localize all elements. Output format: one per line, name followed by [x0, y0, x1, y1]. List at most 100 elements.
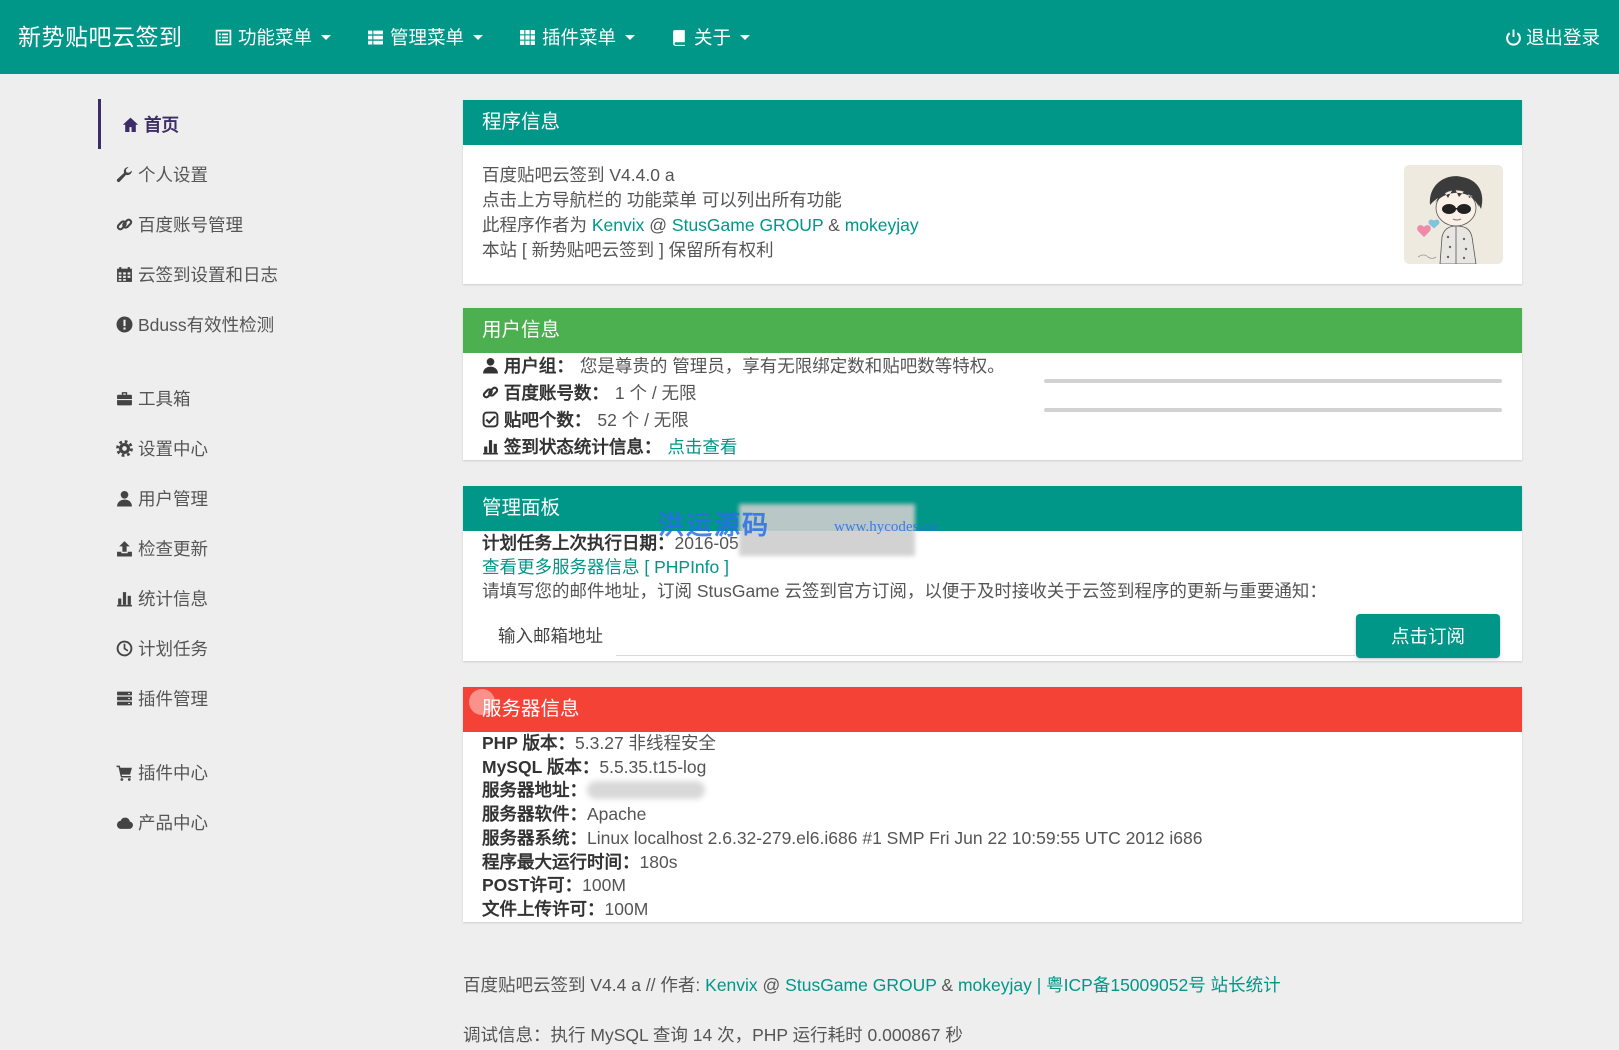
- server-row-value: 180s: [639, 851, 678, 872]
- footer-link-mokeyjay[interactable]: mokeyjay: [958, 975, 1032, 995]
- redacted-server-address: [587, 781, 705, 800]
- panel-title: 管理面板: [463, 486, 1522, 531]
- sidebar-item-sign-settings-log[interactable]: 云签到设置和日志: [98, 249, 418, 299]
- check-square-icon: [482, 411, 499, 428]
- version-text: 百度贴吧云签到 V4.4.0 a: [482, 165, 675, 185]
- book-icon: [673, 29, 685, 46]
- calendar-icon: [117, 266, 132, 282]
- sidebar-item-statistics[interactable]: 统计信息: [98, 573, 418, 623]
- program-info-panel: 程序信息 百度贴吧云签到 V4.4.0 a 点击上方导航栏的 功能菜单 可以列出…: [463, 100, 1522, 284]
- email-input-label: 输入邮箱地址: [498, 626, 603, 646]
- server-row: MySQL 版本：5.5.35.t15-log: [482, 756, 1503, 780]
- top-navbar: 新势贴吧云签到 功能菜单 管理菜单 插件菜单 关于 退出登录: [0, 0, 1619, 74]
- site-brand[interactable]: 新势贴吧云签到: [18, 0, 183, 74]
- sidebar-item-home[interactable]: 首页: [98, 99, 418, 149]
- sidebar-item-product-center[interactable]: 产品中心: [98, 797, 418, 847]
- footer-stats-link[interactable]: 站长统计: [1211, 975, 1281, 995]
- cron-last-run-label: 计划任务上次执行日期：: [482, 533, 675, 553]
- home-icon: [122, 117, 139, 132]
- sidebar-item-label: 统计信息: [138, 588, 208, 609]
- sidebar-item-bduss-check[interactable]: Bduss有效性检测: [98, 299, 418, 349]
- server-row: 文件上传许可：100M: [482, 898, 1503, 922]
- user-icon: [483, 357, 498, 374]
- panel-title: 程序信息: [463, 100, 1522, 145]
- sidebar-item-label: 用户管理: [138, 488, 208, 509]
- sidebar-item-check-update[interactable]: 检查更新: [98, 523, 418, 573]
- tiebas-progress-bar: [1044, 408, 1502, 412]
- author-separator: @: [644, 215, 672, 235]
- sidebar-item-settings-center[interactable]: 设置中心: [98, 423, 418, 473]
- author-link-stusgame[interactable]: StusGame GROUP: [672, 215, 823, 235]
- nav-menu-plugins[interactable]: 插件菜单: [501, 0, 653, 74]
- caret-down-icon: [740, 34, 751, 40]
- accounts-progress-bar: [1044, 379, 1502, 383]
- sidebar-item-label: 工具箱: [138, 388, 191, 409]
- power-icon: [1506, 29, 1521, 46]
- sidebar-item-user-management[interactable]: 用户管理: [98, 473, 418, 523]
- server-row-value: 5.5.35.t15-log: [599, 756, 707, 777]
- panel-body: 用户组： 您是尊贵的 管理员，享有无限绑定数和贴吧数等特权。 百度账号数： 1 个 …: [463, 353, 1522, 461]
- sidebar-item-toolbox[interactable]: 工具箱: [98, 373, 418, 423]
- server-row-label: 程序最大运行时间：: [482, 851, 640, 872]
- sign-stats-row: 签到状态统计信息： 点击查看: [482, 434, 1503, 461]
- server-row-label: 服务器地址：: [482, 780, 587, 801]
- author-link-mokeyjay[interactable]: mokeyjay: [845, 215, 919, 235]
- server-row: 服务器系统：Linux localhost 2.6.32-279.el6.i68…: [482, 827, 1503, 851]
- footer-prefix: 百度贴吧云签到 V4.4 a // 作者:: [463, 975, 706, 995]
- nav-menu-label: 插件菜单: [542, 27, 617, 48]
- sidebar-item-plugin-management[interactable]: 插件管理: [98, 673, 418, 723]
- server-row-label: 服务器系统：: [482, 827, 587, 848]
- server-row-label: POST许可：: [482, 875, 583, 896]
- email-input[interactable]: [616, 618, 1355, 656]
- user-icon: [117, 490, 132, 506]
- nav-menu-label: 关于: [694, 27, 732, 48]
- watermark-url: www.hycodes.cn: [834, 519, 937, 535]
- sidebar-item-label: 百度账号管理: [138, 214, 243, 235]
- panel-header: 服务器信息: [463, 687, 1522, 732]
- nav-menu-admin[interactable]: 管理菜单: [349, 0, 501, 74]
- logout-link[interactable]: 退出登录: [1505, 0, 1600, 74]
- nav-menu-about[interactable]: 关于: [653, 0, 768, 74]
- sidebar-item-cron-tasks[interactable]: 计划任务: [98, 623, 418, 673]
- sign-stats-link[interactable]: 点击查看: [667, 437, 737, 457]
- caret-down-icon: [321, 34, 332, 40]
- footer-debug-info: 调试信息：执行 MySQL 查询 14 次，PHP 运行耗时 0.000867 …: [463, 1025, 963, 1045]
- server-row-value: 5.3.27 非线程安全: [575, 733, 717, 753]
- footer-separator: |: [1031, 975, 1047, 995]
- sidebar-item-personal-settings[interactable]: 个人设置: [98, 149, 418, 199]
- server-row: 程序最大运行时间：180s: [482, 851, 1503, 875]
- sidebar-item-label: 云签到设置和日志: [138, 264, 278, 285]
- nav-menus: 功能菜单 管理菜单 插件菜单 关于: [197, 0, 768, 74]
- sidebar-item-label: 检查更新: [138, 538, 208, 559]
- footer-link-stusgame[interactable]: StusGame GROUP: [785, 975, 936, 995]
- server-row-label: PHP 版本：: [482, 733, 576, 753]
- sidebar-item-label: 插件管理: [138, 688, 208, 709]
- cron-last-run-row: 计划任务上次执行日期：2016-05: [482, 531, 1503, 555]
- panel-body: 计划任务上次执行日期：2016-05 查看更多服务器信息 [ PHPInfo ]…: [463, 531, 1522, 603]
- sidebar-item-label: 计划任务: [138, 638, 208, 659]
- phpinfo-link[interactable]: 查看更多服务器信息 [ PHPInfo ]: [482, 557, 729, 577]
- logout-label: 退出登录: [1525, 27, 1600, 48]
- server-icon: [117, 691, 132, 705]
- server-row-value: Apache: [587, 804, 647, 825]
- sidebar-item-plugin-center[interactable]: 插件中心: [98, 747, 418, 797]
- server-row: 服务器地址：: [482, 779, 1503, 803]
- caret-down-icon: [625, 34, 636, 40]
- wrench-icon: [116, 166, 132, 182]
- footer-link-kenvix[interactable]: Kenvix: [705, 975, 758, 995]
- subscribe-button[interactable]: 点击订阅: [1356, 614, 1500, 658]
- panel-title: 用户信息: [463, 308, 1522, 353]
- shopping-cart-icon: [116, 765, 132, 781]
- subscribe-description: 请填写您的邮件地址，订阅 StusGame 云签到官方订阅，以便于及时接收关于云…: [482, 581, 1327, 601]
- footer-icp-link[interactable]: 粤ICP备15009052号: [1046, 975, 1206, 995]
- upload-icon: [117, 540, 132, 556]
- nav-menu-functions[interactable]: 功能菜单: [197, 0, 349, 74]
- server-row-label: 文件上传许可：: [482, 898, 605, 919]
- sidebar-item-baidu-accounts[interactable]: 百度账号管理: [98, 199, 418, 249]
- author-link-kenvix[interactable]: Kenvix: [592, 215, 645, 235]
- subscribe-form: 输入邮箱地址 点击订阅: [463, 614, 1522, 658]
- server-row-label: MySQL 版本：: [482, 756, 600, 777]
- sidebar-item-label: 插件中心: [138, 762, 208, 783]
- baidu-accounts-value: 1 个 / 无限: [614, 383, 697, 403]
